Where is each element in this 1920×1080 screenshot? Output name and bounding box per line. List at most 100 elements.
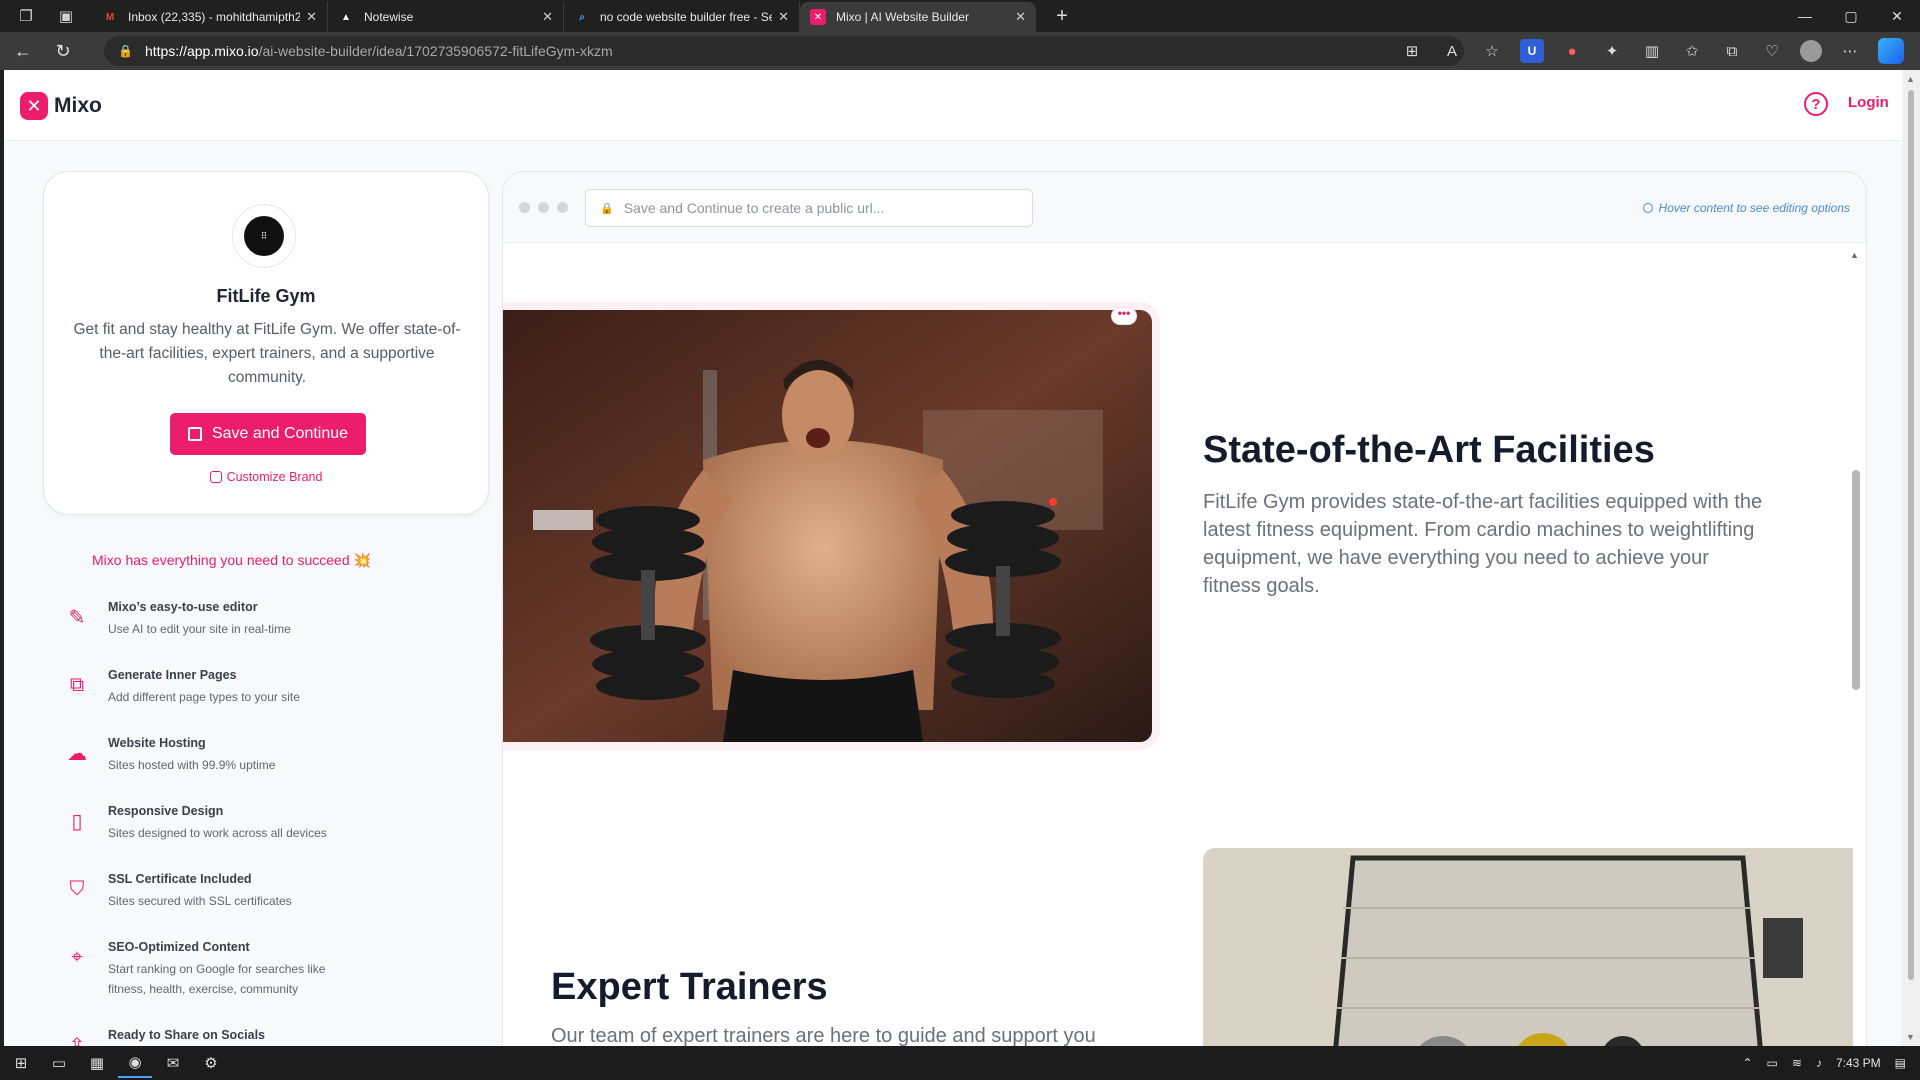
minimize-button[interactable]: — xyxy=(1782,0,1828,32)
split-screen-icon[interactable]: ▥ xyxy=(1640,39,1664,63)
url-path: /ai-website-builder/idea/1702735906572-f… xyxy=(258,43,613,59)
site-preview: 🔒 Save and Continue to create a public u… xyxy=(502,171,1867,1046)
feature-list: ✎ Mixo’s easy-to-use editor Use AI to edit… xyxy=(64,600,464,1046)
feature-item: ▯ Responsive Design Sites designed to work… xyxy=(64,804,464,872)
hover-hint-text: Hover content to see editing options xyxy=(1658,201,1850,215)
url-host: https://app.mixo.io xyxy=(144,43,259,59)
section2-title[interactable]: Expert Trainers xyxy=(551,966,828,1009)
lock-icon: 🔒 xyxy=(600,202,614,215)
succeed-heading: Mixo has everything you need to succeed … xyxy=(92,552,371,569)
read-aloud-icon[interactable]: A xyxy=(1440,39,1464,63)
tab-title: Mixo | AI Website Builder xyxy=(836,10,969,24)
save-button-label: Save and Continue xyxy=(211,425,349,442)
volume-icon[interactable]: ♪ xyxy=(1816,1056,1822,1070)
tab-title: no code website builder free - Se xyxy=(600,10,773,24)
brand-logo-icon: ⠿ xyxy=(244,216,284,256)
windows-taskbar: ⊞ ▭ ▦ ◉ ✉ ⚙ ⌃ ▭ ≋ ♪ 7:43 PM ▤ xyxy=(0,1046,1920,1080)
tab-favicon-icon: M xyxy=(105,11,115,23)
mixo-logo-text: Mixo xyxy=(54,94,102,117)
section1-body[interactable]: FitLife Gym provides state-of-the-art fa… xyxy=(1203,488,1763,600)
battery-icon[interactable]: ▭ xyxy=(1767,1056,1778,1070)
public-url-placeholder: Save and Continue to create a public url… xyxy=(623,200,885,216)
feature-item: ⛉ SSL Certificate Included Sites secured w… xyxy=(64,872,464,940)
new-tab-button[interactable]: + xyxy=(1048,5,1076,28)
preview-scrollbar[interactable]: ▲ xyxy=(1850,250,1860,1046)
brand-card: ⠿ FitLife Gym Get fit and stay healthy a… xyxy=(43,171,489,515)
preview-scroll-thumb[interactable] xyxy=(1852,470,1860,690)
extension-record-icon[interactable]: ● xyxy=(1560,39,1584,63)
mixo-logo-icon: ✕ xyxy=(20,92,48,120)
scroll-up-icon[interactable]: ▲ xyxy=(1906,74,1915,84)
feature-title: SEO-Optimized Content xyxy=(108,940,250,954)
collections-icon[interactable]: ⧉ xyxy=(1720,39,1744,63)
customize-brand-link[interactable]: Customize Brand xyxy=(44,470,488,484)
mail-icon[interactable]: ✉ xyxy=(156,1048,190,1078)
close-window-button[interactable]: ✕ xyxy=(1874,0,1920,32)
start-icon[interactable]: ⊞ xyxy=(4,1048,38,1078)
save-and-continue-button[interactable]: Save and Continue xyxy=(170,413,366,455)
settings-icon[interactable]: ⚙ xyxy=(194,1048,228,1078)
calculator-icon[interactable]: ▦ xyxy=(80,1048,114,1078)
back-icon[interactable]: ← xyxy=(6,36,40,66)
refresh-icon[interactable]: ↻ xyxy=(46,36,80,66)
browser-tab[interactable]: ⌕ no code website builder free - Se ✕ xyxy=(564,2,800,32)
page-scrollbar[interactable]: ▲ ▼ xyxy=(1902,70,1920,1046)
tab-close-icon[interactable]: ✕ xyxy=(778,9,789,25)
section2-body[interactable]: Our team of expert trainers are here to … xyxy=(551,1022,1111,1046)
file-explorer-icon[interactable]: ▭ xyxy=(42,1048,76,1078)
tab-title: Notewise xyxy=(364,10,414,24)
notifications-icon[interactable]: ▤ xyxy=(1895,1056,1906,1070)
scroll-up-icon[interactable]: ▲ xyxy=(1850,250,1859,260)
login-link[interactable]: Login xyxy=(1848,94,1889,111)
wifi-icon[interactable]: ≋ xyxy=(1792,1056,1802,1070)
feature-icon: ▯ xyxy=(71,810,83,833)
more-menu-icon[interactable]: ⋯ xyxy=(1838,39,1862,63)
edge-browser-icon[interactable]: ◉ xyxy=(118,1048,152,1078)
maximize-button[interactable]: ▢ xyxy=(1828,0,1874,32)
favorite-star-icon[interactable]: ☆ xyxy=(1480,39,1504,63)
help-icon[interactable]: ? xyxy=(1804,92,1828,116)
system-tray: ⌃ ▭ ≋ ♪ 7:43 PM ▤ xyxy=(1742,1046,1920,1080)
app-header: ✕ Mixo ? Login xyxy=(4,70,1902,141)
favorites-icon[interactable]: ✩ xyxy=(1680,39,1704,63)
feature-description: Sites hosted with 99.9% uptime xyxy=(108,758,276,772)
tab-favicon-icon: ✕ xyxy=(810,9,826,25)
browser-tab[interactable]: ✕ Mixo | AI Website Builder ✕ xyxy=(800,2,1036,32)
feature-icon: ☁ xyxy=(67,742,87,765)
profile-avatar[interactable] xyxy=(1800,40,1822,62)
preview-bar: 🔒 Save and Continue to create a public u… xyxy=(503,172,1866,243)
feature-title: Website Hosting xyxy=(108,736,206,750)
garage-gym-image[interactable] xyxy=(1203,848,1853,1046)
tray-overflow-icon[interactable]: ⌃ xyxy=(1742,1056,1752,1070)
garage-gym-illustration xyxy=(1203,848,1853,1046)
copilot-icon[interactable] xyxy=(1878,38,1904,64)
brand-avatar[interactable]: ⠿ xyxy=(232,204,296,268)
browser-tab[interactable]: M Inbox (22,335) - mohitdhamipth2 ✕ xyxy=(92,2,328,32)
performance-icon[interactable]: ♡ xyxy=(1760,39,1784,63)
window-dots xyxy=(519,202,568,213)
succeed-text: Mixo has everything you need to succeed xyxy=(92,552,350,568)
brand-name: FitLife Gym xyxy=(216,286,316,306)
gym-athlete-image[interactable] xyxy=(503,310,1152,742)
clock[interactable]: 7:43 PM xyxy=(1836,1056,1881,1070)
extension-blue-icon[interactable]: U xyxy=(1520,39,1544,63)
page-scroll-thumb[interactable] xyxy=(1908,90,1914,980)
tab-close-icon[interactable]: ✕ xyxy=(1015,9,1026,25)
tab-close-icon[interactable]: ✕ xyxy=(306,9,317,25)
section1-title[interactable]: State-of-the-Art Facilities xyxy=(1203,429,1655,472)
app-available-icon[interactable]: ⊞ xyxy=(1400,39,1424,63)
tab-close-icon[interactable]: ✕ xyxy=(542,9,553,25)
workspaces-icon[interactable]: ❐ xyxy=(12,2,40,30)
browser-tab[interactable]: ▲ Notewise ✕ xyxy=(328,2,564,32)
image-options-button[interactable]: ••• xyxy=(1111,307,1137,325)
feature-title: Ready to Share on Socials xyxy=(108,1028,265,1042)
public-url-input[interactable]: 🔒 Save and Continue to create a public u… xyxy=(585,189,1033,227)
tab-actions-icon[interactable]: ▣ xyxy=(52,2,80,30)
feature-item: ☁ Website Hosting Sites hosted with 99.9% … xyxy=(64,736,464,804)
scroll-down-icon[interactable]: ▼ xyxy=(1906,1032,1915,1042)
extensions-puzzle-icon[interactable]: ✦ xyxy=(1600,39,1624,63)
feature-icon: ⇪ xyxy=(68,1034,86,1047)
feature-title: Responsive Design xyxy=(108,804,224,818)
address-bar[interactable]: 🔒 https://app.mixo.io/ai-website-builder… xyxy=(104,36,1464,66)
mixo-logo[interactable]: ✕ Mixo xyxy=(20,92,102,120)
